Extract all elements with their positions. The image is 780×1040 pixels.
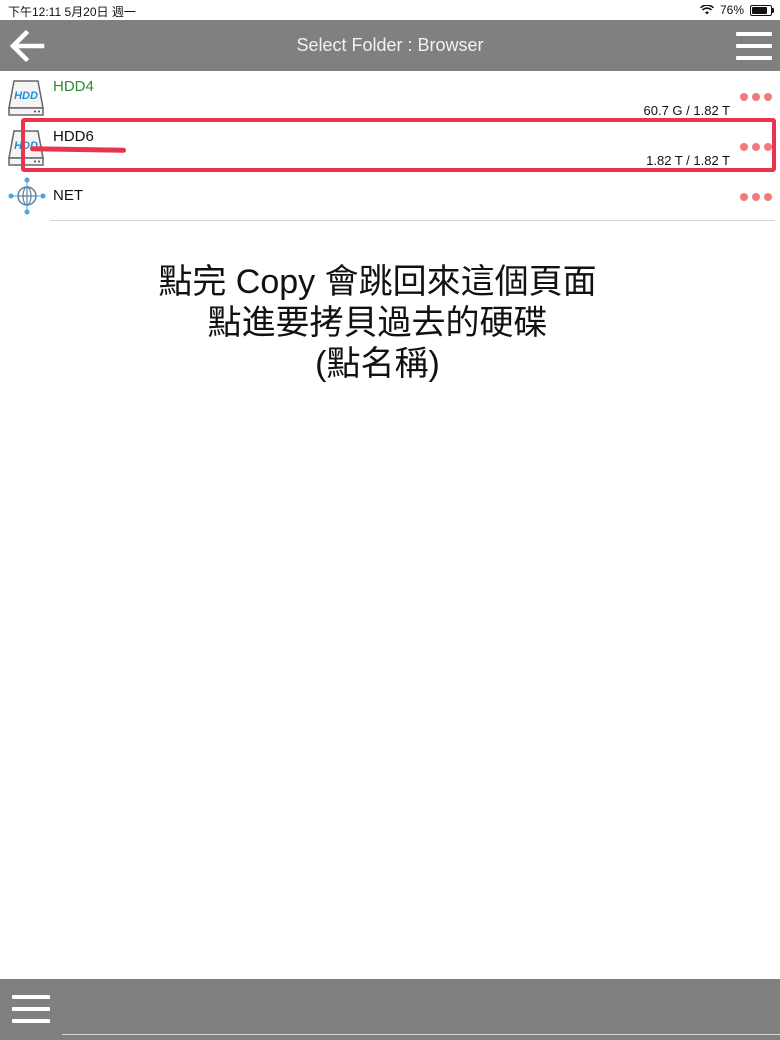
globe-network-icon <box>8 177 46 215</box>
annotation-highlight-box <box>21 118 776 172</box>
drive-name-net[interactable]: NET <box>53 187 83 204</box>
page-title: Select Folder : Browser <box>296 35 484 55</box>
battery-icon <box>750 4 774 16</box>
bottom-toolbar <box>0 979 780 1040</box>
divider <box>62 1034 780 1035</box>
annotation-line-3: (點名稱) <box>315 345 440 383</box>
annotation-instructions: 點完 Copy 會跳回來這個頁面 點進要拷貝過去的硬碟 (點名稱) <box>0 262 755 385</box>
battery-percent: 76% <box>719 3 744 17</box>
hamburger-menu-icon[interactable] <box>736 32 772 60</box>
more-options-icon[interactable] <box>740 93 772 101</box>
hamburger-menu-icon[interactable] <box>12 995 50 1025</box>
annotation-line-2: 點進要拷貝過去的硬碟 <box>207 304 548 342</box>
status-bar: 下午12:11 5月20日 週一 76% <box>0 0 780 20</box>
annotation-line-1: 點完 Copy 會跳回來這個頁面 <box>158 263 597 301</box>
drive-size-hdd4: 60.7 G / 1.82 T <box>643 103 730 118</box>
list-item-hdd4[interactable]: HDD HDD4 60.7 G / 1.82 T <box>0 71 780 121</box>
divider <box>50 220 775 221</box>
svg-text:HDD: HDD <box>14 90 38 102</box>
drive-name-hdd4[interactable]: HDD4 <box>53 78 94 95</box>
status-time-date: 下午12:11 5月20日 週一 <box>8 5 136 19</box>
list-item-net[interactable]: NET <box>0 171 780 221</box>
hdd-icon: HDD <box>8 80 44 116</box>
more-options-icon[interactable] <box>740 193 772 201</box>
wifi-icon <box>700 5 714 15</box>
top-nav-bar: Select Folder : Browser <box>0 20 780 71</box>
